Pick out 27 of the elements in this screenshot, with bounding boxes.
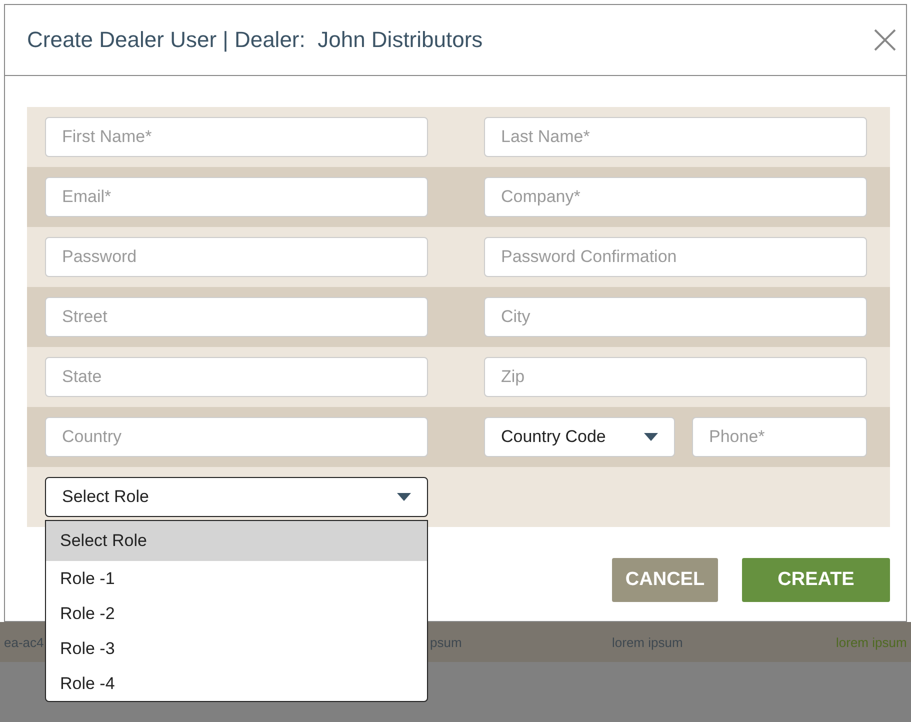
table-cell: lorem ipsum — [836, 634, 907, 650]
text-field[interactable]: First Name* — [45, 117, 428, 157]
dropdown-option[interactable]: Role -1 — [46, 561, 427, 596]
caret-icon — [397, 493, 411, 501]
text-field[interactable]: Country — [45, 417, 428, 457]
caret-icon — [644, 433, 658, 441]
table-cell: lorem ipsum — [612, 634, 683, 650]
close-icon[interactable] — [874, 29, 896, 51]
phone-field[interactable]: Phone* — [692, 417, 867, 457]
text-field[interactable]: City — [484, 297, 867, 337]
text-field[interactable]: Street — [45, 297, 428, 337]
text-field[interactable]: Last Name* — [484, 117, 867, 157]
create-button[interactable]: CREATE — [742, 558, 890, 602]
text-field[interactable]: Zip — [484, 357, 867, 397]
dropdown-option[interactable]: Role -2 — [46, 596, 427, 631]
role-select[interactable]: Select Role — [45, 477, 428, 517]
table-cell: psum — [430, 634, 462, 650]
dropdown-option[interactable]: Role -3 — [46, 631, 427, 666]
dialog-title: Create Dealer User | Dealer: John Distributors — [27, 27, 483, 53]
text-field[interactable]: Company* — [484, 177, 867, 217]
dropdown-option[interactable]: Select Role — [46, 521, 427, 561]
text-field[interactable]: Email* — [45, 177, 428, 217]
text-field[interactable]: Password — [45, 237, 428, 277]
table-cell: ea-ac4 — [4, 634, 44, 650]
country-code-select[interactable]: Country Code — [484, 417, 675, 457]
text-field[interactable]: State — [45, 357, 428, 397]
text-field[interactable]: Password Confirmation — [484, 237, 867, 277]
